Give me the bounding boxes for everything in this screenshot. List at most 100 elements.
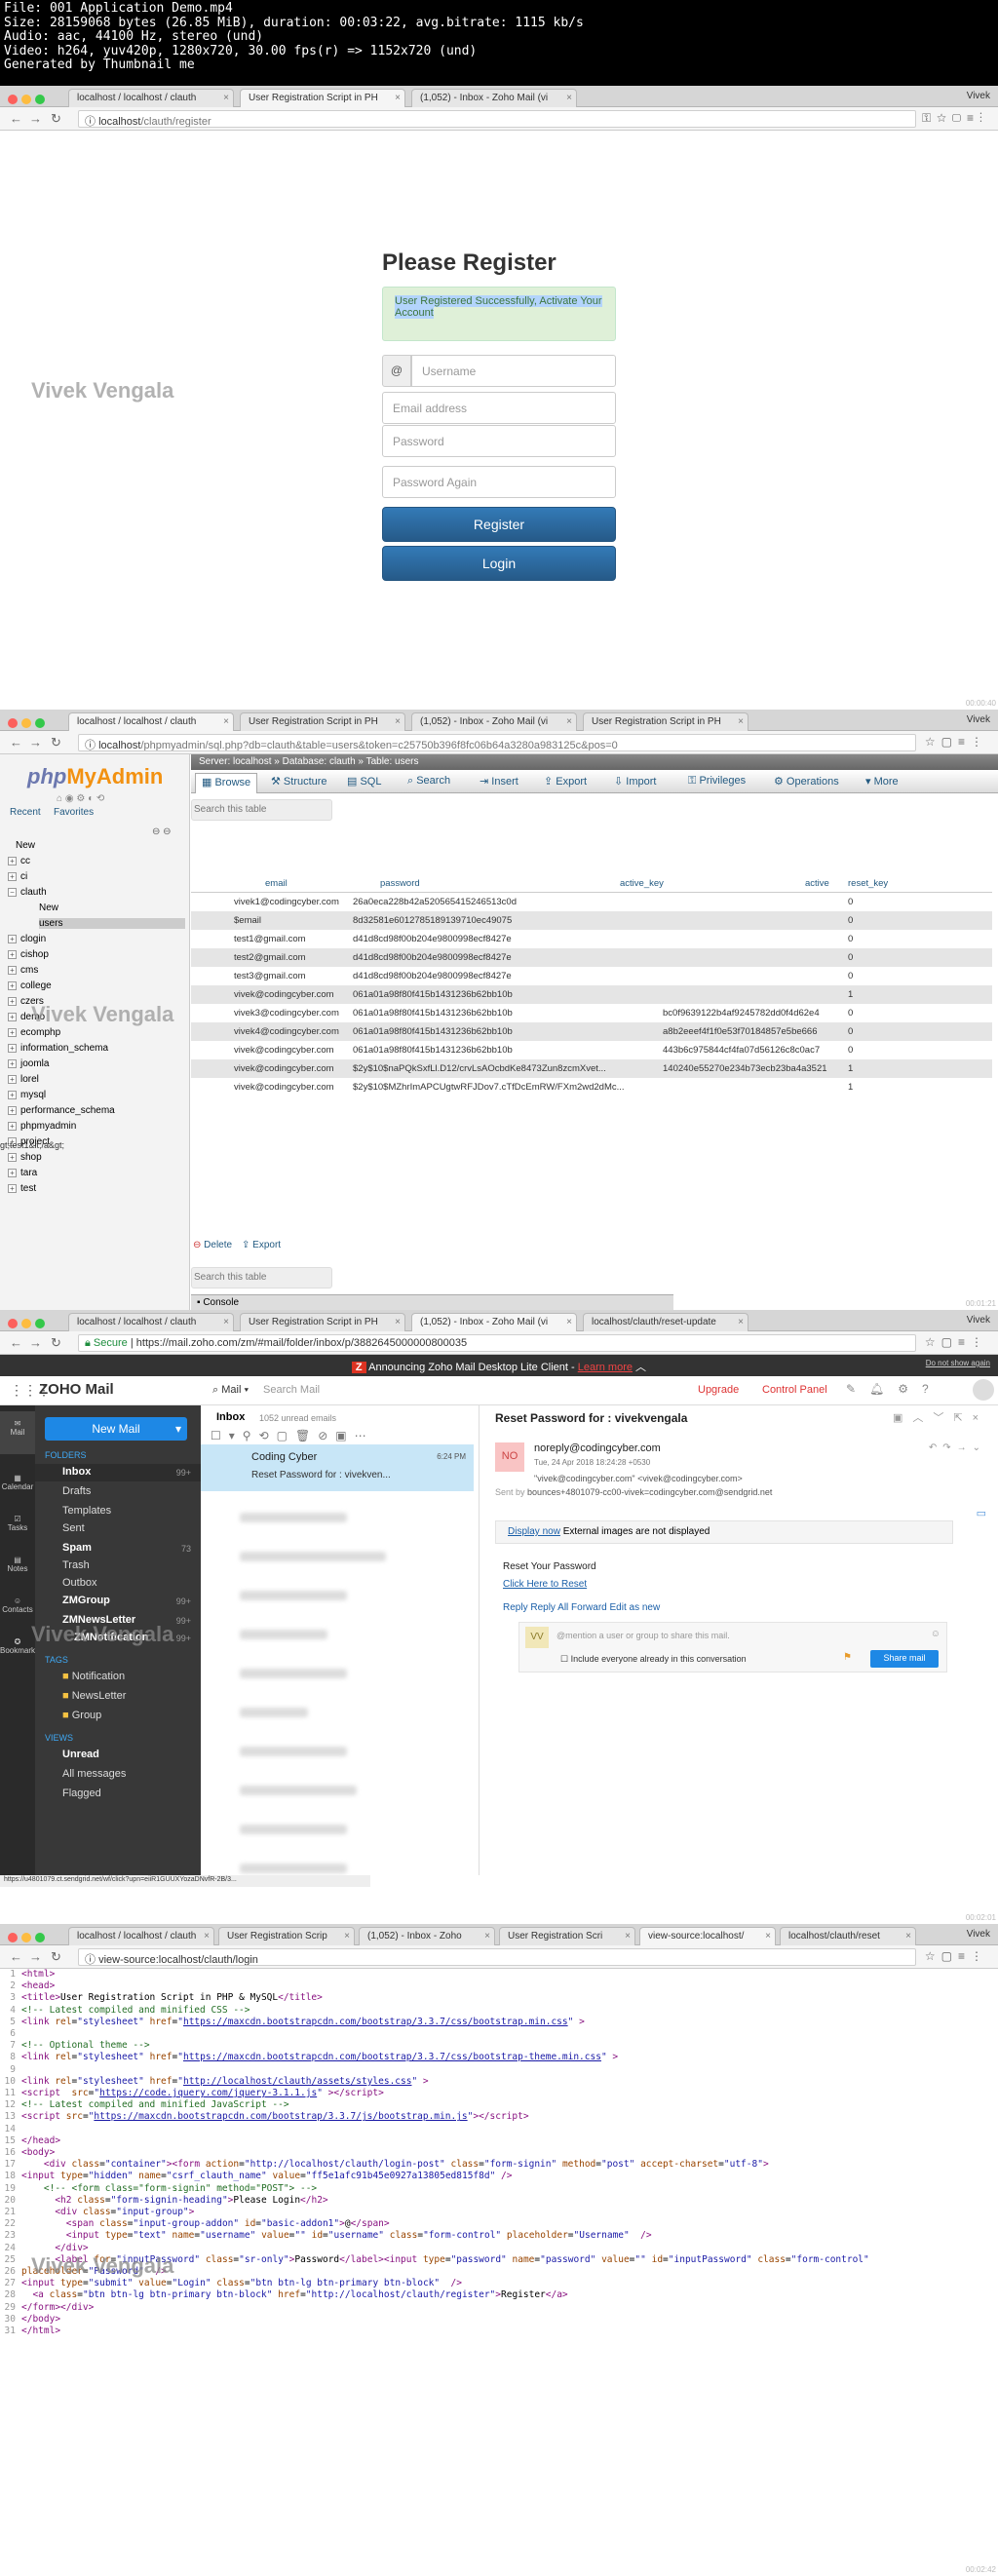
emoji-icon[interactable]: ☺ [931,1629,940,1639]
tag-group[interactable]: ■ Group [62,1710,101,1721]
close-icon[interactable]: × [566,93,572,103]
close-icon[interactable]: × [395,93,401,103]
collapse-icon[interactable]: − [8,888,17,897]
close-icon[interactable]: × [223,93,229,103]
collapse-icon[interactable]: ⊖ ⊖ [152,827,172,837]
close-icon[interactable]: × [905,1931,911,1942]
expand-icon[interactable]: + [8,966,17,975]
url-input[interactable]: 🔒︎ Secure | https://mail.zoho.com/zm/#ma… [78,1334,916,1352]
zoho-mail-logo[interactable]: ZOHO Mail [39,1381,114,1398]
mail-dropdown[interactable]: ⌕ Mail ▾ [212,1384,249,1397]
upgrade-link[interactable]: Upgrade [698,1384,739,1396]
reply-all-link[interactable]: Reply All [530,1602,568,1613]
toolbar-icons[interactable]: ☆▢≡⋮ [925,735,988,749]
maximize-dot[interactable] [35,95,45,104]
db-item[interactable]: + ci [8,871,27,882]
calendar-app-icon[interactable]: ▦ Calendar [0,1474,35,1491]
tab-registration-2[interactable]: User Registration Scri × [499,1927,635,1945]
control-panel-link[interactable]: Control Panel [762,1384,827,1396]
expand-icon[interactable]: + [8,1169,17,1177]
tab-privileges[interactable]: ⚿ Privileges [688,775,746,788]
tab-more[interactable]: ▾ More [865,775,899,788]
tab-export[interactable]: ⇪ Export [544,775,587,788]
view-flagged[interactable]: Flagged [62,1788,101,1799]
tab-browse[interactable]: ▦ Browse [195,773,258,793]
tab-zoho-mail[interactable]: (1,052) - Inbox - Zoho Mail (vi × [411,712,577,731]
reload-icon[interactable]: ↻ [51,735,61,750]
back-icon[interactable]: ← [10,1335,22,1350]
db-item[interactable]: − clauth [8,887,47,898]
console-bar[interactable]: ▪ Console [191,1294,673,1310]
close-icon[interactable]: × [738,1317,744,1327]
table-row[interactable]: test2@gmail.com d41d8cd98f00b204e9800998e… [191,948,992,967]
close-dot[interactable] [8,718,18,728]
close-icon[interactable]: × [738,716,744,727]
minimize-dot[interactable] [21,1319,31,1328]
tab-phpmyadmin[interactable]: localhost / localhost / clauth × [68,89,234,107]
folder-templates[interactable]: Templates [62,1505,111,1517]
mention-input[interactable]: @mention a user or group to share this m… [557,1631,730,1640]
table-row[interactable]: test3@gmail.com d41d8cd98f00b204e9800998e… [191,967,992,985]
back-icon[interactable]: ← [10,735,22,750]
tab-search[interactable]: ⌕ Search [407,775,450,788]
minimize-dot[interactable] [21,718,31,728]
tab-registration-2[interactable]: User Registration Script in PH × [583,712,748,731]
folder-sent[interactable]: Sent [62,1522,85,1534]
tab-import[interactable]: ⇩ Import [614,775,656,788]
toolbar-icons[interactable]: ☆▢≡⋮ [925,1335,988,1349]
db-item[interactable]: + tara [8,1168,37,1178]
view-all-messages[interactable]: All messages [62,1768,126,1780]
db-item[interactable]: + phpmyadmin [8,1121,76,1132]
profile-name[interactable]: Vivek [967,1315,990,1326]
db-item[interactable]: + test [8,1183,36,1194]
email-input[interactable]: Email address [382,392,616,424]
chevron-down-icon[interactable]: ▾ [175,1422,181,1436]
recent-tab[interactable]: Recent [10,807,41,818]
share-mail-button[interactable]: Share mail [870,1650,939,1668]
forward-icon[interactable]: → [29,1949,42,1964]
forward-icon[interactable]: → [29,111,42,126]
db-item[interactable]: + cc [8,856,30,866]
table-row[interactable]: vivek@codingcyber.com $2y$10$naPQkSxfLl.D… [191,1059,992,1078]
reload-icon[interactable]: ↻ [51,1949,61,1965]
tab-reset[interactable]: localhost/clauth/reset × [780,1927,916,1945]
new-mail-button[interactable]: New Mail ▾ [45,1417,187,1441]
url-input[interactable]: ⓘ localhost/clauth/register [78,110,916,128]
delete-button[interactable]: ⊖ Delete [193,1240,232,1250]
close-icon[interactable]: × [395,716,401,727]
table-row[interactable]: vivek@codingcyber.com 061a01a98f80f415b14… [191,1041,992,1059]
profile-name[interactable]: Vivek [967,1929,990,1940]
column-header-reset-key[interactable]: reset_key [848,875,992,893]
expand-icon[interactable]: + [8,997,17,1006]
list-toolbar-icons[interactable]: ☐▾⚲⟲▢🗑︎⊘▣⋯ [211,1429,374,1442]
search-table-input[interactable]: Search this table [191,799,332,821]
display-now-link[interactable]: Display now [508,1526,560,1537]
dismiss-banner-link[interactable]: Do not show again [926,1359,990,1367]
search-mail-input[interactable]: Search Mail [259,1381,581,1401]
table-row[interactable]: vivek@codingcyber.com $2y$10$MZhrImAPCUgt… [191,1078,992,1096]
mail-app-icon[interactable]: ✉ Mail [0,1411,35,1454]
tab-phpmyadmin[interactable]: localhost / localhost / clauth × [68,712,234,731]
column-header-active-key[interactable]: active_key [620,875,805,893]
expand-icon[interactable]: + [8,1091,17,1099]
table-row[interactable]: vivek@codingcyber.com 061a01a98f80f415b14… [191,985,992,1004]
export-button[interactable]: ⇪ Export [242,1240,281,1250]
expand-icon[interactable]: + [8,1013,17,1021]
password-input[interactable]: Password [382,425,616,457]
expand-icon[interactable]: + [8,1184,17,1193]
breadcrumb[interactable]: Server: localhost » Database: clauth » T… [191,754,998,770]
db-item[interactable]: + shop [8,1152,42,1163]
folder-trash[interactable]: Trash [62,1559,90,1571]
expand-icon[interactable]: + [8,857,17,865]
tag-newsletter[interactable]: ■ NewsLetter [62,1690,126,1702]
minimize-dot[interactable] [21,95,31,104]
url-input[interactable]: ⓘ localhost/phpmyadmin/sql.php?db=clauth… [78,734,916,751]
close-icon[interactable]: × [223,716,229,727]
login-button[interactable]: Login [382,546,616,581]
tab-phpmyadmin[interactable]: localhost / localhost / clauth × [68,1313,234,1331]
back-icon[interactable]: ← [10,111,22,126]
folder-outbox[interactable]: Outbox [62,1577,96,1589]
tab-registration[interactable]: User Registration Script in PH × [240,1313,405,1331]
contacts-app-icon[interactable]: ☺ Contacts [0,1596,35,1614]
tab-phpmyadmin[interactable]: localhost / localhost / clauth × [68,1927,214,1945]
